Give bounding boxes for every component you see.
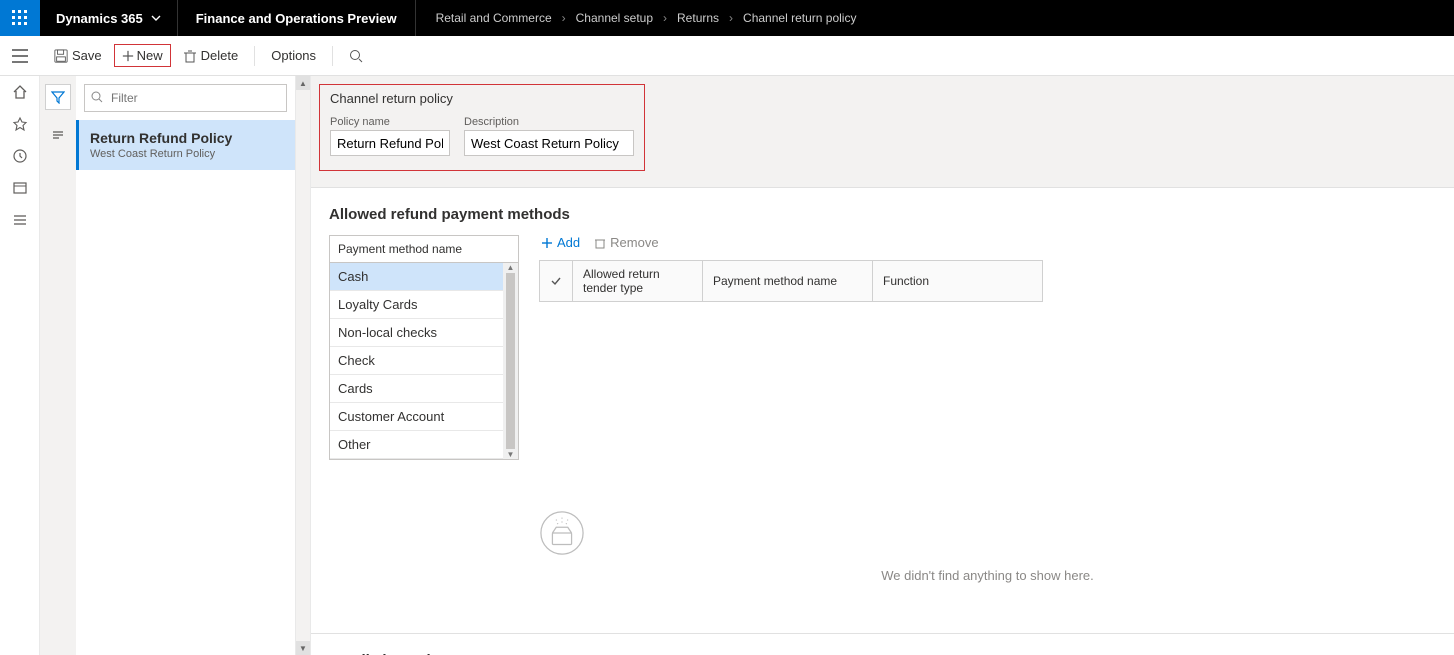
column-header[interactable]: Function <box>873 261 1043 302</box>
payment-method-lookup[interactable]: Payment method name Cash Loyalty Cards N… <box>329 235 519 460</box>
save-button[interactable]: Save <box>46 44 110 67</box>
search-button[interactable] <box>341 45 371 67</box>
list-filter-input[interactable] <box>84 84 287 112</box>
related-info-toggle[interactable] <box>45 122 71 148</box>
scroll-down-icon[interactable]: ▼ <box>507 450 515 459</box>
highlight-region: Channel return policy Policy name Descri… <box>319 84 645 171</box>
scrollbar[interactable]: ▲ ▼ <box>503 263 518 459</box>
breadcrumb-item[interactable]: Channel setup <box>576 11 653 25</box>
nav-pane-toggle[interactable] <box>0 36 40 76</box>
separator <box>254 46 255 66</box>
scroll-up-icon[interactable]: ▲ <box>507 263 515 272</box>
refund-methods-grid: Allowed return tender type Payment metho… <box>539 260 1043 302</box>
separator <box>332 46 333 66</box>
delete-button[interactable]: Delete <box>175 44 247 67</box>
breadcrumb-item[interactable]: Retail and Commerce <box>436 11 552 25</box>
list-item-subtitle: West Coast Return Policy <box>90 148 281 160</box>
favorites-icon[interactable] <box>12 116 28 132</box>
lookup-option[interactable]: Check <box>330 347 503 375</box>
description-label: Description <box>464 116 634 128</box>
lookup-option[interactable]: Other <box>330 431 503 459</box>
app-launcher-icon[interactable] <box>0 0 40 36</box>
modules-icon[interactable] <box>12 212 28 228</box>
lookup-option[interactable]: Cash <box>330 263 503 291</box>
chevron-down-icon <box>151 13 161 23</box>
lookup-option[interactable]: Loyalty Cards <box>330 291 503 319</box>
form-title: Channel return policy <box>330 91 634 106</box>
select-all-checkbox[interactable] <box>540 261 573 302</box>
search-icon <box>349 49 363 63</box>
filter-icon <box>51 90 65 104</box>
product-switcher[interactable]: Dynamics 365 <box>40 0 178 36</box>
workspaces-icon[interactable] <box>12 180 28 196</box>
check-icon <box>550 275 562 287</box>
scroll-up-icon[interactable]: ▲ <box>296 76 310 90</box>
breadcrumb-item[interactable]: Channel return policy <box>743 11 856 25</box>
lookup-option[interactable]: Non-local checks <box>330 319 503 347</box>
scrollbar[interactable]: ▲ ▼ <box>296 76 311 655</box>
empty-state-text: We didn't find anything to show here. <box>539 568 1436 583</box>
chevron-right-icon: › <box>663 11 667 25</box>
trash-icon <box>183 49 197 63</box>
lookup-option[interactable]: Customer Account <box>330 403 503 431</box>
module-title: Finance and Operations Preview <box>178 0 416 36</box>
filter-pane-toggle[interactable] <box>45 84 71 110</box>
lines-icon <box>51 128 65 142</box>
recent-icon[interactable] <box>12 148 28 164</box>
save-icon <box>54 49 68 63</box>
brand-label: Dynamics 365 <box>56 11 143 26</box>
empty-state-icon <box>539 510 585 556</box>
policy-name-label: Policy name <box>330 116 450 128</box>
lookup-header: Payment method name <box>330 236 518 263</box>
trash-icon <box>594 237 606 249</box>
breadcrumb-item[interactable]: Returns <box>677 11 719 25</box>
list-item-title: Return Refund Policy <box>90 130 281 146</box>
remove-button[interactable]: Remove <box>594 235 658 250</box>
plus-icon <box>122 50 134 62</box>
add-button[interactable]: Add <box>541 235 580 250</box>
scroll-down-icon[interactable]: ▼ <box>296 641 310 655</box>
policy-list-item[interactable]: Return Refund Policy West Coast Return P… <box>76 120 295 170</box>
breadcrumb: Retail and Commerce › Channel setup › Re… <box>436 11 857 25</box>
column-header[interactable]: Allowed return tender type <box>573 261 703 302</box>
home-icon[interactable] <box>12 84 28 100</box>
description-input[interactable] <box>464 130 634 156</box>
chevron-right-icon: › <box>562 11 566 25</box>
policy-name-input[interactable] <box>330 130 450 156</box>
lookup-option[interactable]: Cards <box>330 375 503 403</box>
scroll-thumb[interactable] <box>506 273 515 449</box>
section-heading: Allowed refund payment methods <box>329 206 1436 223</box>
chevron-right-icon: › <box>729 11 733 25</box>
new-button[interactable]: New <box>114 44 171 67</box>
column-header[interactable]: Payment method name <box>703 261 873 302</box>
plus-icon <box>541 237 553 249</box>
search-icon <box>90 90 104 104</box>
options-button[interactable]: Options <box>263 44 324 67</box>
